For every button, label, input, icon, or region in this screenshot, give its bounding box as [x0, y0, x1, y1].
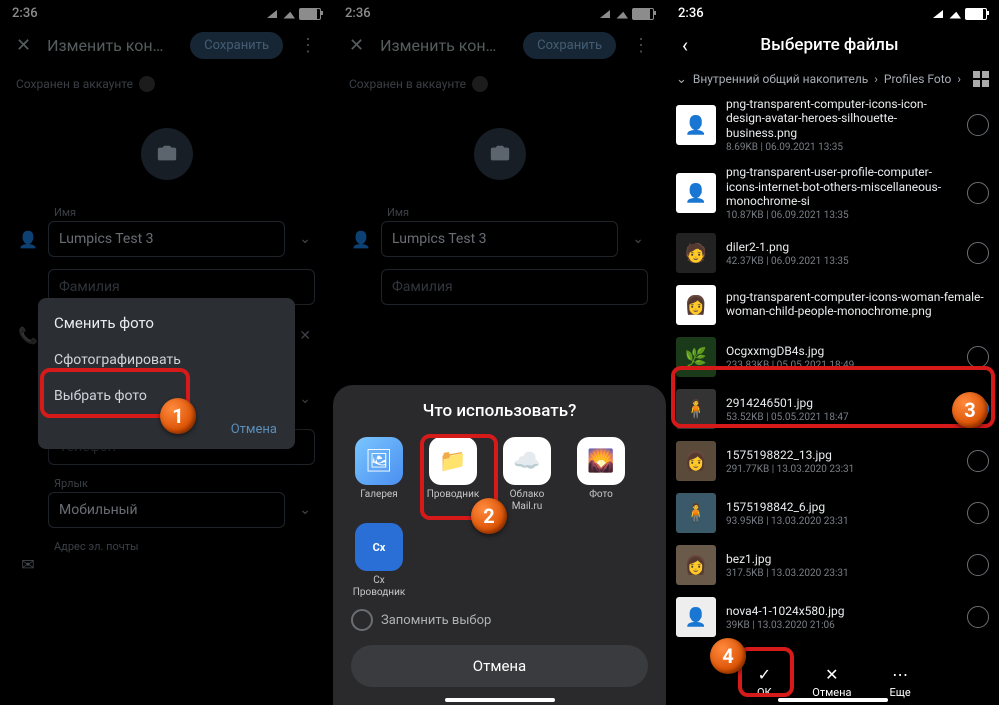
- cx-icon: Cx: [355, 523, 403, 571]
- close-icon[interactable]: ✕: [10, 31, 37, 60]
- surname-field[interactable]: Фамилия: [381, 269, 648, 305]
- label-yarlyk-2: Ярлык: [54, 477, 315, 490]
- picker-title: Выберите файлы: [696, 35, 963, 55]
- radio-checked-icon[interactable]: [967, 398, 989, 420]
- app-cloud[interactable]: ☁️Облако Mail.ru: [499, 437, 555, 513]
- person-icon: 👤: [18, 230, 38, 249]
- check-icon: ✓: [754, 664, 774, 684]
- chevron-down-icon[interactable]: ⌄: [295, 391, 315, 407]
- take-photo-option[interactable]: Сфотографировать: [38, 342, 295, 378]
- choose-photo-option[interactable]: Выбрать фото: [38, 378, 295, 414]
- camera-icon: [489, 143, 511, 165]
- chooser-title: Что использовать?: [351, 401, 648, 421]
- cloud-icon: ☁️: [503, 437, 551, 485]
- screenshot-1: 2:36 ✕ Изменить кон… Сохранить ⋮ Сохране…: [0, 0, 333, 705]
- name-field[interactable]: Lumpics Test 3: [381, 221, 618, 257]
- radio-icon[interactable]: [967, 554, 989, 576]
- back-icon[interactable]: ‹: [674, 29, 696, 61]
- change-photo-button[interactable]: [141, 128, 193, 180]
- screenshot-2: 2:36 ✕ Изменить кон… Сохранить ⋮ Сохране…: [333, 0, 666, 705]
- grid-view-icon[interactable]: [973, 71, 989, 87]
- file-item[interactable]: 🌿OcgxxmgDB4s.jpg233.83KB | 05.05.2021 18…: [674, 331, 991, 383]
- file-list: 👤png-transparent-computer-icons-icon-des…: [666, 91, 999, 643]
- radio-unchecked-icon: [351, 609, 373, 631]
- save-button[interactable]: Сохранить: [523, 32, 616, 59]
- cancel-button[interactable]: ✕Отмена: [812, 664, 851, 699]
- file-item[interactable]: 👤nova4-1-1024x580.jpg39KB | 13.03.2020 2…: [674, 591, 991, 643]
- screenshot-3: 2:36 ‹ Выберите файлы ⌄ Внутренний общий…: [666, 0, 999, 705]
- app-explorer[interactable]: 📁Проводник: [425, 437, 481, 513]
- radio-icon[interactable]: [967, 346, 989, 368]
- chevron-down-icon[interactable]: ⌄: [295, 502, 315, 518]
- radio-icon[interactable]: [967, 242, 989, 264]
- remove-icon[interactable]: ✕: [295, 328, 315, 344]
- chevron-down-icon: ⌄: [676, 72, 687, 87]
- radio-icon[interactable]: [967, 182, 989, 204]
- camera-icon: [156, 143, 178, 165]
- more-button[interactable]: ⋯Еще: [889, 664, 910, 699]
- account-row: Сохранен в аккаунте: [0, 68, 333, 100]
- file-item[interactable]: 🧍1575198842_6.jpg93.95KB | 13.03.2020 23…: [674, 487, 991, 539]
- menu-overflow-icon[interactable]: ⋮: [293, 33, 323, 58]
- header-title: Изменить кон…: [47, 36, 180, 55]
- ok-button[interactable]: ✓ОК: [754, 664, 774, 699]
- app-gallery[interactable]: 🖼Галерея: [351, 437, 407, 513]
- app-cx-explorer[interactable]: CxCx Проводник: [351, 523, 407, 599]
- app-photos[interactable]: 🌄Фото: [573, 437, 629, 513]
- file-item[interactable]: 🧑diler2-1.png42.37KB | 06.09.2021 13:35: [674, 227, 991, 279]
- gallery-icon: 🖼: [355, 437, 403, 485]
- file-item-selected[interactable]: 🧍2914246501.jpg53.52KB | 05.05.2021 18:4…: [674, 383, 991, 435]
- name-field[interactable]: Lumpics Test 3: [48, 221, 285, 257]
- close-icon[interactable]: ✕: [343, 31, 370, 60]
- status-bar: 2:36: [0, 0, 333, 23]
- radio-icon[interactable]: [967, 606, 989, 628]
- mail-icon: ✉: [18, 555, 38, 574]
- file-item[interactable]: 👩bez1.jpg317.5KB | 13.03.2020 23:31: [674, 539, 991, 591]
- edit-header: ✕ Изменить кон… Сохранить ⋮: [0, 23, 333, 68]
- more-icon: ⋯: [890, 664, 910, 684]
- email-label: Адрес эл. почты: [54, 540, 315, 553]
- photo-icon: 🌄: [577, 437, 625, 485]
- app-chooser-sheet: Что использовать? 🖼Галерея 📁Проводник ☁️…: [333, 385, 666, 705]
- breadcrumb[interactable]: ⌄ Внутренний общий накопитель› Profiles …: [666, 67, 999, 91]
- label-mobile[interactable]: Мобильный: [48, 492, 285, 528]
- radio-icon[interactable]: [967, 114, 989, 136]
- folder-icon: 📁: [429, 437, 477, 485]
- cancel-button[interactable]: Отмена: [351, 645, 648, 687]
- change-photo-sheet: Сменить фото Сфотографировать Выбрать фо…: [38, 298, 295, 449]
- menu-overflow-icon[interactable]: ⋮: [626, 33, 656, 58]
- change-photo-button[interactable]: [474, 128, 526, 180]
- save-button[interactable]: Сохранить: [190, 32, 283, 59]
- remember-choice[interactable]: Запомнить выбор: [351, 609, 648, 631]
- status-icons: [267, 8, 321, 20]
- name-label: Имя: [54, 206, 315, 219]
- home-indicator: [445, 698, 555, 702]
- chevron-down-icon[interactable]: ⌄: [295, 231, 315, 247]
- close-icon: ✕: [822, 664, 842, 684]
- cancel-button[interactable]: Отмена: [38, 414, 295, 445]
- home-indicator: [778, 698, 888, 702]
- radio-icon[interactable]: [967, 450, 989, 472]
- file-item[interactable]: 👩png-transparent-computer-icons-woman-fe…: [674, 279, 991, 331]
- sheet-title: Сменить фото: [38, 306, 295, 342]
- phone-icon: 📞: [18, 326, 38, 345]
- account-avatar-icon: [139, 76, 155, 92]
- file-item[interactable]: 👤png-transparent-computer-icons-icon-des…: [674, 91, 991, 159]
- file-item[interactable]: 👤png-transparent-user-profile-computer-i…: [674, 159, 991, 227]
- radio-icon[interactable]: [967, 502, 989, 524]
- file-item[interactable]: 👩1575198822_13.jpg291.77KB | 13.03.2020 …: [674, 435, 991, 487]
- clock: 2:36: [12, 6, 38, 21]
